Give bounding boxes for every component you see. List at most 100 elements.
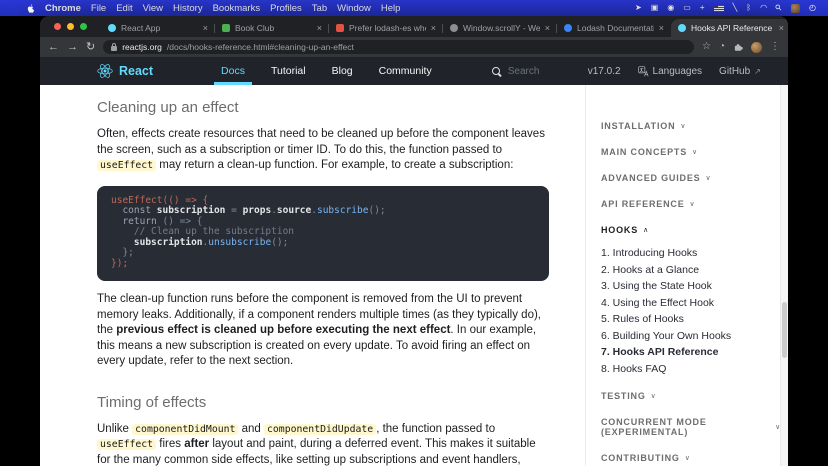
react-atom-icon: [97, 63, 113, 79]
menubar-status-icons: ➤ ▣ ◉ ▭ + ╲ ᛒ ◠ ⚲ ◴: [635, 4, 816, 13]
browser-window: React App×Book Club×Prefer lodash-es whe…: [40, 16, 788, 466]
browser-tab[interactable]: React App×: [101, 19, 215, 37]
tab-close-icon[interactable]: ×: [779, 23, 784, 33]
tab-title: Lodash Documentation: [577, 23, 654, 33]
browser-tab[interactable]: Lodash Documentation ×: [557, 19, 671, 37]
chevron-up-icon: ∧: [643, 226, 649, 234]
page-scrollbar[interactable]: [780, 85, 788, 466]
screen-record-icon[interactable]: ◉: [667, 4, 674, 12]
menu-profiles[interactable]: Profiles: [270, 3, 302, 14]
tab-title: Window.scrollY - Web A: [463, 23, 540, 33]
sidebar-section-testing[interactable]: TESTING∨: [601, 391, 781, 401]
menu-window[interactable]: Window: [337, 3, 371, 14]
screen-mirroring-icon[interactable]: ▣: [651, 4, 659, 12]
menu-edit[interactable]: Edit: [116, 3, 132, 14]
spotlight-search-icon[interactable]: ⚲: [774, 3, 784, 13]
sidebar-section-concurrent-mode-experimental[interactable]: CONCURRENT MODE (EXPERIMENTAL)∨: [601, 417, 781, 437]
location-arrow-icon[interactable]: ➤: [635, 4, 642, 12]
profile-avatar[interactable]: [751, 42, 762, 53]
inline-code: useEffect: [97, 439, 156, 450]
sidebar-section-main-concepts[interactable]: MAIN CONCEPTS∨: [601, 147, 781, 157]
browser-tab[interactable]: Hooks API Reference – R ×: [671, 19, 788, 37]
forward-icon[interactable]: →: [67, 42, 78, 53]
scrollbar-thumb[interactable]: [782, 302, 787, 358]
tab-strip: React App×Book Club×Prefer lodash-es whe…: [40, 16, 788, 37]
inline-code: useEffect: [97, 160, 156, 171]
window-minimize-button[interactable]: [67, 23, 74, 30]
sidebar-link[interactable]: 5. Rules of Hooks: [601, 311, 781, 328]
chevron-down-icon: ∨: [680, 122, 686, 130]
menu-tab[interactable]: Tab: [312, 3, 327, 14]
clock-icon[interactable]: ◴: [809, 4, 816, 12]
sidebar-link[interactable]: 6. Building Your Own Hooks: [601, 328, 781, 345]
version-link[interactable]: v17.0.2: [588, 66, 621, 77]
sidebar-link[interactable]: 3. Using the State Hook: [601, 278, 781, 295]
brand-name: React: [119, 64, 153, 78]
address-bar[interactable]: reactjs.org/docs/hooks-reference.html#cl…: [103, 40, 694, 54]
code-line: });: [111, 259, 535, 270]
menu-extra-icon[interactable]: [791, 4, 800, 13]
tab-title: Book Club: [235, 23, 312, 33]
sidebar-section-api-reference[interactable]: API REFERENCE∨: [601, 199, 781, 209]
browser-tab[interactable]: Prefer lodash-es when v ×: [329, 19, 443, 37]
bluetooth-icon[interactable]: ᛒ: [746, 4, 751, 12]
text-run: Unlike: [97, 423, 132, 435]
menu-bookmarks[interactable]: Bookmarks: [213, 3, 261, 14]
sidebar-link[interactable]: 2. Hooks at a Glance: [601, 262, 781, 279]
back-icon[interactable]: ←: [48, 42, 59, 53]
react-logo[interactable]: React: [97, 63, 153, 79]
tab-title: Prefer lodash-es when v: [349, 23, 426, 33]
nav-community[interactable]: Community: [379, 57, 432, 85]
input-source-flag-icon[interactable]: [714, 5, 724, 12]
battery-icon[interactable]: ▭: [683, 4, 691, 12]
docs-page-body: Cleaning up an effect Often, effects cre…: [40, 85, 788, 466]
sidebar-section-advanced-guides[interactable]: ADVANCED GUIDES∨: [601, 173, 781, 183]
tab-favicon: [336, 24, 344, 32]
browser-menu-icon[interactable]: ⋮: [770, 42, 780, 52]
sidebar-section-hooks[interactable]: HOOKS∧: [601, 225, 781, 235]
extensions-puzzle-icon[interactable]: [733, 42, 743, 52]
text-run: and: [238, 423, 264, 435]
sidebar-link[interactable]: 1. Introducing Hooks: [601, 245, 781, 262]
paragraph: Unlike componentDidMount and componentDi…: [97, 422, 549, 466]
nav-tutorial[interactable]: Tutorial: [271, 57, 306, 85]
nav-docs[interactable]: Docs: [221, 57, 245, 85]
bookmark-star-icon[interactable]: ☆: [702, 42, 711, 52]
section-label: CONCURRENT MODE (EXPERIMENTAL): [601, 417, 770, 437]
sidebar-section-contributing[interactable]: CONTRIBUTING∨: [601, 453, 781, 463]
nav-blog[interactable]: Blog: [332, 57, 353, 85]
menu-history[interactable]: History: [173, 3, 203, 14]
sidebar-section-installation[interactable]: INSTALLATION∨: [601, 121, 781, 131]
tab-close-icon[interactable]: ×: [317, 23, 322, 33]
sidebar-link[interactable]: 4. Using the Effect Hook: [601, 295, 781, 312]
menu-help[interactable]: Help: [381, 3, 401, 14]
tab-title: Hooks API Reference – R: [691, 23, 774, 33]
wifi-icon[interactable]: ◠: [760, 4, 767, 12]
docs-search[interactable]: [492, 65, 588, 78]
sidebar-link[interactable]: 7. Hooks API Reference: [601, 344, 781, 361]
tab-close-icon[interactable]: ×: [203, 23, 208, 33]
menu-view[interactable]: View: [143, 3, 163, 14]
menu-file[interactable]: File: [91, 3, 106, 14]
menu-chrome[interactable]: Chrome: [45, 3, 81, 14]
text-run: , the function passed to: [376, 423, 495, 435]
window-zoom-button[interactable]: [80, 23, 87, 30]
tab-close-icon[interactable]: ×: [431, 23, 436, 33]
tab-close-icon[interactable]: ×: [545, 23, 550, 33]
do-not-disturb-icon[interactable]: ╲: [733, 4, 738, 12]
reload-icon[interactable]: ↻: [86, 42, 95, 53]
tab-close-icon[interactable]: ×: [659, 23, 664, 33]
text-run: Often, effects create resources that nee…: [97, 128, 545, 156]
languages-link[interactable]: Languages: [638, 66, 703, 77]
github-link[interactable]: GitHub ↗: [719, 66, 761, 77]
side-panel-icon[interactable]: ◔: [719, 42, 725, 52]
chevron-down-icon: ∨: [685, 454, 691, 462]
apple-menu-icon[interactable]: [26, 3, 35, 14]
search-input[interactable]: [506, 65, 588, 78]
browser-tab[interactable]: Book Club ×: [215, 19, 329, 37]
window-close-button[interactable]: [54, 23, 61, 30]
sidebar-link[interactable]: 8. Hooks FAQ: [601, 361, 781, 378]
docs-article: Cleaning up an effect Often, effects cre…: [97, 85, 549, 466]
browser-tab[interactable]: Window.scrollY - Web A ×: [443, 19, 557, 37]
shortcuts-icon[interactable]: +: [700, 4, 705, 12]
